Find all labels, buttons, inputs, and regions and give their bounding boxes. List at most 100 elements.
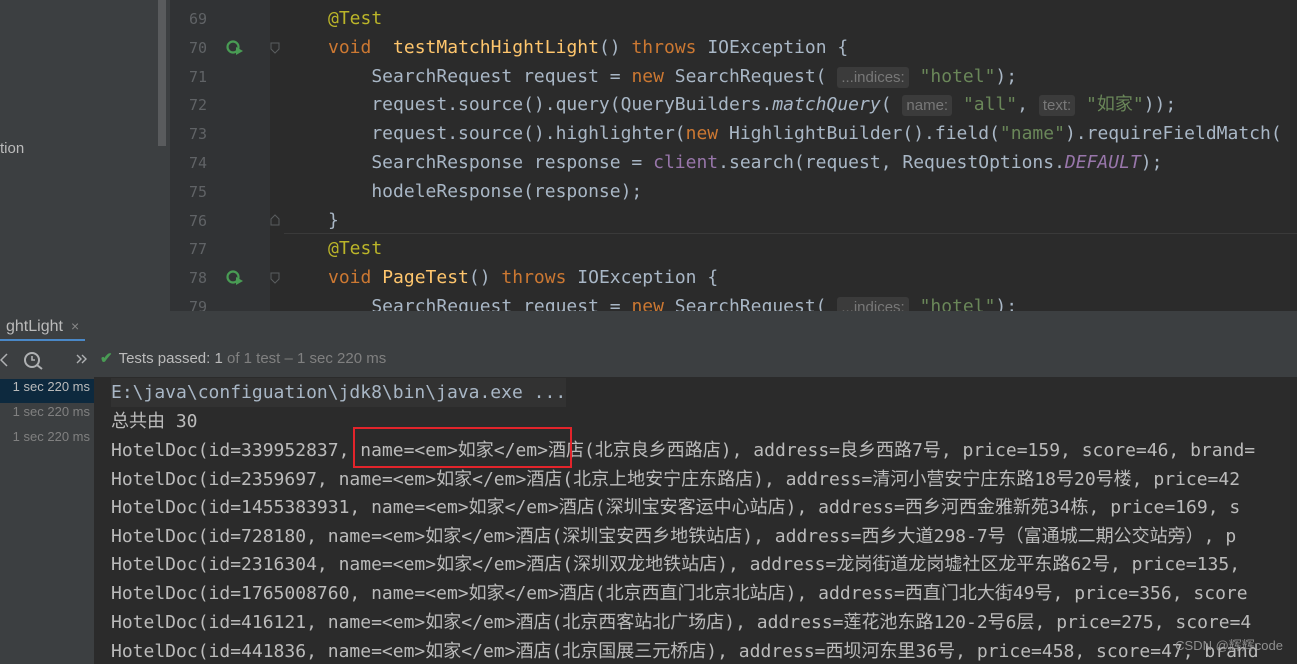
code-token: IOException { xyxy=(566,267,719,289)
fold-icon[interactable] xyxy=(270,214,280,226)
code-token: "如家" xyxy=(1086,94,1144,116)
run-tab-label: ghtLight xyxy=(6,318,63,335)
code-token: ); xyxy=(1140,152,1163,173)
code-line[interactable]: @Test xyxy=(328,4,382,33)
console-line: HotelDoc(id=2359697, name=<em>如家</em>酒店(… xyxy=(111,469,1241,490)
line-number: 69 xyxy=(188,10,207,28)
code-token: .search(request, RequestOptions. xyxy=(718,152,1065,173)
line-number: 75 xyxy=(188,182,207,201)
code-line[interactable]: void testMatchHightLight() throws IOExce… xyxy=(328,33,848,62)
method-separator xyxy=(284,233,1297,234)
code-token: ).requireFieldMatch( xyxy=(1064,123,1282,145)
code-line[interactable]: request.source().query(QueryBuilders.mat… xyxy=(328,90,1176,119)
code-line[interactable]: } xyxy=(328,206,339,235)
highlight-annotation-box xyxy=(353,427,572,468)
status-count: 1 xyxy=(210,350,223,367)
test-status: ✔ Tests passed: 1 of 1 test – 1 sec 220 m… xyxy=(100,349,386,367)
code-token: client xyxy=(653,152,719,173)
console-command-line: E:\java\configuation\jdk8\bin\java.exe .… xyxy=(111,378,567,407)
code-token: ); xyxy=(995,65,1018,87)
code-line[interactable]: SearchResponse response = client.search(… xyxy=(328,148,1162,177)
console-line: HotelDoc(id=1455383931, name=<em>如家</em>… xyxy=(111,497,1241,518)
line-number: 76 xyxy=(188,211,207,230)
code-token: void xyxy=(328,36,372,58)
line-number: 70 xyxy=(188,38,207,57)
code-token: request.source().highlighter( xyxy=(328,123,686,145)
code-token: ( xyxy=(880,94,903,116)
parameter-hint: ...indices: xyxy=(837,66,909,88)
chevron-left-icon[interactable] xyxy=(0,353,8,367)
code-token: throws xyxy=(501,267,567,289)
code-token: PageTest xyxy=(382,267,469,289)
code-token: throws xyxy=(631,36,697,58)
code-token: @Test xyxy=(328,238,383,260)
project-tree-label[interactable]: tion xyxy=(0,140,24,157)
code-token: HighlightBuilder().field( xyxy=(718,123,1000,145)
code-token: SearchResponse response = xyxy=(328,152,654,173)
run-test-icon[interactable] xyxy=(226,38,244,56)
code-token: request.source().query(QueryBuilders. xyxy=(328,94,773,116)
code-token: "hotel" xyxy=(919,65,996,87)
code-token: () xyxy=(598,36,632,58)
project-panel: tion xyxy=(0,0,170,311)
console-line: HotelDoc(id=339952837, name=<em>如家</em>酒… xyxy=(111,440,1256,461)
test-tree-item[interactable]: 1 sec 220 ms xyxy=(0,404,94,428)
parameter-hint: name: xyxy=(902,95,953,117)
code-line[interactable]: void PageTest() throws IOException { xyxy=(328,263,718,292)
code-token: hodeleResponse(response); xyxy=(328,180,643,202)
console-line: HotelDoc(id=1765008760, name=<em>如家</em>… xyxy=(111,583,1248,604)
code-token: SearchRequest( xyxy=(663,65,838,87)
code-token: DEFAULT xyxy=(1064,152,1141,173)
code-token: SearchRequest request = xyxy=(328,65,632,87)
line-number: 77 xyxy=(188,240,207,259)
code-token: matchQuery xyxy=(772,94,881,116)
code-line[interactable]: request.source().highlighter(new Highlig… xyxy=(328,119,1282,148)
code-token: void xyxy=(328,267,372,289)
close-icon[interactable]: × xyxy=(71,318,79,334)
parameter-hint: text: xyxy=(1038,95,1076,117)
check-icon: ✔ xyxy=(100,350,113,367)
line-number: 72 xyxy=(188,96,207,115)
history-icon[interactable] xyxy=(22,350,44,370)
line-number: 71 xyxy=(188,67,207,86)
code-line[interactable]: hodeleResponse(response); xyxy=(328,177,642,206)
code-token: new xyxy=(685,123,719,145)
test-tree-item[interactable]: 1 sec 220 ms xyxy=(0,379,94,403)
console-output[interactable]: E:\java\configuation\jdk8\bin\java.exe .… xyxy=(94,377,1297,664)
more-actions-icon[interactable] xyxy=(76,354,88,364)
status-detail: of 1 test – 1 sec 220 ms xyxy=(222,350,387,367)
code-line[interactable]: SearchRequest request = new SearchReques… xyxy=(328,62,1017,91)
code-token: , xyxy=(1017,94,1039,116)
code-token: )); xyxy=(1143,94,1177,116)
code-token: "all" xyxy=(962,94,1018,116)
run-toolbar: ✔ Tests passed: 1 of 1 test – 1 sec 220 m… xyxy=(0,341,1297,377)
run-tab-bar: ghtLight × xyxy=(0,311,1297,342)
fold-icon[interactable] xyxy=(270,42,280,54)
console-line: HotelDoc(id=2316304, name=<em>如家</em>酒店(… xyxy=(111,554,1241,575)
code-token: } xyxy=(328,209,339,231)
watermark: CSDN @辉辉code xyxy=(1175,638,1283,653)
code-token: new xyxy=(631,65,664,87)
status-label: Tests passed: xyxy=(118,350,211,367)
line-number: 74 xyxy=(188,154,207,172)
code-line[interactable]: @Test xyxy=(328,234,382,263)
project-scrollbar[interactable] xyxy=(158,0,166,146)
code-token: testMatchHightLight xyxy=(393,36,599,58)
test-tree: 1 sec 220 ms 1 sec 220 ms 1 sec 220 ms xyxy=(0,377,94,664)
run-test-icon[interactable] xyxy=(226,268,244,286)
run-tab[interactable]: ghtLight × xyxy=(0,311,86,341)
test-tree-item[interactable]: 1 sec 220 ms xyxy=(0,429,94,453)
code-token: @Test xyxy=(328,8,383,29)
line-number: 78 xyxy=(188,269,207,288)
console-line: 总共由 30 xyxy=(111,411,198,432)
code-token: "name" xyxy=(999,123,1065,145)
console-line: HotelDoc(id=441836, name=<em>如家</em>酒店(北… xyxy=(111,641,1259,662)
code-token: IOException { xyxy=(696,36,849,58)
fold-icon[interactable] xyxy=(270,272,280,284)
code-token: () xyxy=(468,267,502,289)
